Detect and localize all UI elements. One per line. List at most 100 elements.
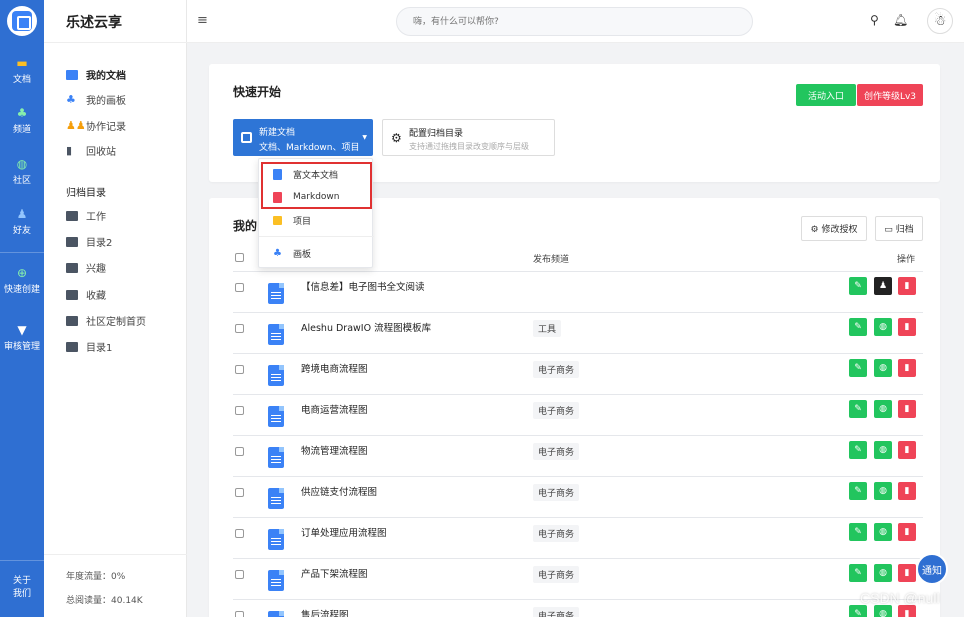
channel-tag: 电子商务	[533, 566, 580, 583]
archive-button[interactable]: ▭ 归档	[875, 216, 923, 241]
watermark: CSDN @null	[860, 590, 940, 606]
folder-item[interactable]: 收藏	[66, 287, 106, 302]
globe-icon[interactable]: ◍	[874, 564, 892, 582]
row-checkbox[interactable]	[235, 406, 244, 415]
activity-entry-button[interactable]: 活动入口	[796, 84, 856, 106]
row-checkbox[interactable]	[235, 570, 244, 579]
globe-icon[interactable]: ◍	[874, 441, 892, 459]
row-checkbox[interactable]	[235, 365, 244, 374]
document-name[interactable]: 产品下架流程图	[301, 566, 368, 580]
globe-icon[interactable]: ◍	[874, 605, 892, 617]
rail-item-about[interactable]: 关于 我们	[0, 575, 44, 601]
row-checkbox[interactable]	[235, 488, 244, 497]
row-checkbox[interactable]	[235, 447, 244, 456]
menu-item-board[interactable]: ♣ 画板	[259, 242, 374, 264]
delete-icon[interactable]: ▮	[898, 605, 916, 617]
row-checkbox[interactable]	[235, 611, 244, 617]
notify-button[interactable]: 通知	[916, 553, 948, 585]
delete-icon[interactable]: ▮	[898, 564, 916, 582]
search-box[interactable]	[396, 7, 753, 36]
delete-icon[interactable]: ▮	[898, 359, 916, 377]
folder-item[interactable]: 兴趣	[66, 260, 106, 275]
edit-icon[interactable]: ✎	[849, 318, 867, 336]
table-row[interactable]: 产品下架流程图 电子商务 ✎ ◍ ▮	[233, 559, 923, 600]
document-name[interactable]: Aleshu DrawIO 流程图模板库	[301, 320, 431, 334]
modify-permission-button[interactable]: ⚙ 修改授权	[801, 216, 867, 241]
document-name[interactable]: 【信息差】电子图书全文阅读	[301, 279, 425, 293]
document-name[interactable]: 跨境电商流程图	[301, 361, 368, 375]
table-row[interactable]: 订单处理应用流程图 电子商务 ✎ ◍ ▮	[233, 518, 923, 559]
rail-item-friends[interactable]: ♟ 好友	[0, 207, 44, 236]
table-row[interactable]: Aleshu DrawIO 流程图模板库 工具 ✎ ◍ ▮	[233, 313, 923, 354]
folder-icon	[66, 289, 78, 300]
settings-icon: ⚙	[810, 225, 819, 235]
menu-item-project[interactable]: 项目	[259, 209, 374, 231]
delete-icon[interactable]: ▮	[898, 277, 916, 295]
total-reads: 总阅读量：40.14K	[66, 596, 143, 606]
user-icon[interactable]: ♟	[874, 277, 892, 295]
app-logo[interactable]	[7, 6, 37, 36]
select-all-checkbox[interactable]	[235, 253, 244, 262]
edit-icon[interactable]: ✎	[849, 482, 867, 500]
table-row[interactable]: 跨境电商流程图 电子商务 ✎ ◍ ▮	[233, 354, 923, 395]
document-name[interactable]: 订单处理应用流程图	[301, 525, 387, 539]
folder-item[interactable]: 目录1	[66, 339, 112, 354]
menu-icon[interactable]: ≡	[197, 13, 208, 28]
table-row[interactable]: 电商运营流程图 电子商务 ✎ ◍ ▮	[233, 395, 923, 436]
edit-icon[interactable]: ✎	[849, 441, 867, 459]
row-checkbox[interactable]	[235, 283, 244, 292]
channel-tag: 电子商务	[533, 402, 580, 419]
sidebar-item-collab[interactable]: ♟♟ 协作记录	[66, 118, 126, 134]
table-row[interactable]: 【信息差】电子图书全文阅读 ✎ ♟ ▮	[233, 272, 923, 313]
globe-icon[interactable]: ◍	[874, 482, 892, 500]
delete-icon[interactable]: ▮	[898, 523, 916, 541]
table-row[interactable]: 物流管理流程图 电子商务 ✎ ◍ ▮	[233, 436, 923, 477]
table-row[interactable]: 供应链支付流程图 电子商务 ✎ ◍ ▮	[233, 477, 923, 518]
document-name[interactable]: 供应链支付流程图	[301, 484, 377, 498]
rail-item-docs[interactable]: ▬ 文档	[0, 56, 44, 85]
delete-icon[interactable]: ▮	[898, 441, 916, 459]
folder-item[interactable]: 工作	[66, 208, 106, 223]
row-checkbox[interactable]	[235, 529, 244, 538]
edit-icon[interactable]: ✎	[849, 605, 867, 617]
sidebar-item-my-docs[interactable]: 我的文档	[66, 67, 126, 82]
globe-icon[interactable]: ◍	[874, 359, 892, 377]
document-name[interactable]: 售后流程图	[301, 607, 349, 617]
search-input[interactable]	[397, 8, 752, 35]
trash-icon: ▮	[66, 143, 73, 157]
edit-icon[interactable]: ✎	[849, 523, 867, 541]
rail-item-quick-create[interactable]: ⊕ 快速创建	[0, 266, 44, 295]
globe-icon[interactable]: ◍	[874, 400, 892, 418]
delete-icon[interactable]: ▮	[898, 400, 916, 418]
document-name[interactable]: 电商运营流程图	[301, 402, 368, 416]
sidebar-item-my-boards[interactable]: ♣ 我的画板	[66, 92, 126, 108]
edit-icon[interactable]: ✎	[849, 400, 867, 418]
filter-icon: ▼	[17, 323, 27, 337]
globe-icon[interactable]: ◍	[874, 318, 892, 336]
table-row[interactable]: 售后流程图 电子商务 ✎ ◍ ▮	[233, 600, 923, 617]
row-checkbox[interactable]	[235, 324, 244, 333]
lightbulb-icon[interactable]: ⚲	[870, 13, 879, 27]
folder-item[interactable]: 目录2	[66, 234, 112, 249]
edit-icon[interactable]: ✎	[849, 359, 867, 377]
globe-icon[interactable]: ◍	[874, 523, 892, 541]
document-icon	[268, 406, 284, 427]
rail-item-review[interactable]: ▼ 审核管理	[0, 323, 44, 352]
edit-icon[interactable]: ✎	[849, 277, 867, 295]
channel-tag: 电子商务	[533, 361, 580, 378]
folder-item[interactable]: 社区定制首页	[66, 313, 146, 328]
delete-icon[interactable]: ▮	[898, 318, 916, 336]
new-document-button[interactable]: 新建文档 文档、Markdown、项目 ▼	[233, 119, 373, 156]
rail-item-community[interactable]: ◍ 社区	[0, 157, 44, 186]
configure-archive-button[interactable]: ⚙ 配置归档目录 支持通过拖拽目录改变顺序与层级	[382, 119, 555, 156]
avatar[interactable]: ☃	[927, 8, 953, 34]
edit-icon[interactable]: ✎	[849, 564, 867, 582]
divider	[259, 236, 374, 237]
rail-item-channel[interactable]: ♣ 频道	[0, 106, 44, 135]
channel-tag: 电子商务	[533, 607, 580, 617]
document-name[interactable]: 物流管理流程图	[301, 443, 368, 457]
creator-level-button[interactable]: 创作等级Lv3	[857, 84, 923, 106]
sidebar-item-trash[interactable]: ▮ 回收站	[66, 143, 116, 159]
bell-icon[interactable]: 🔔︎	[893, 13, 908, 27]
delete-icon[interactable]: ▮	[898, 482, 916, 500]
